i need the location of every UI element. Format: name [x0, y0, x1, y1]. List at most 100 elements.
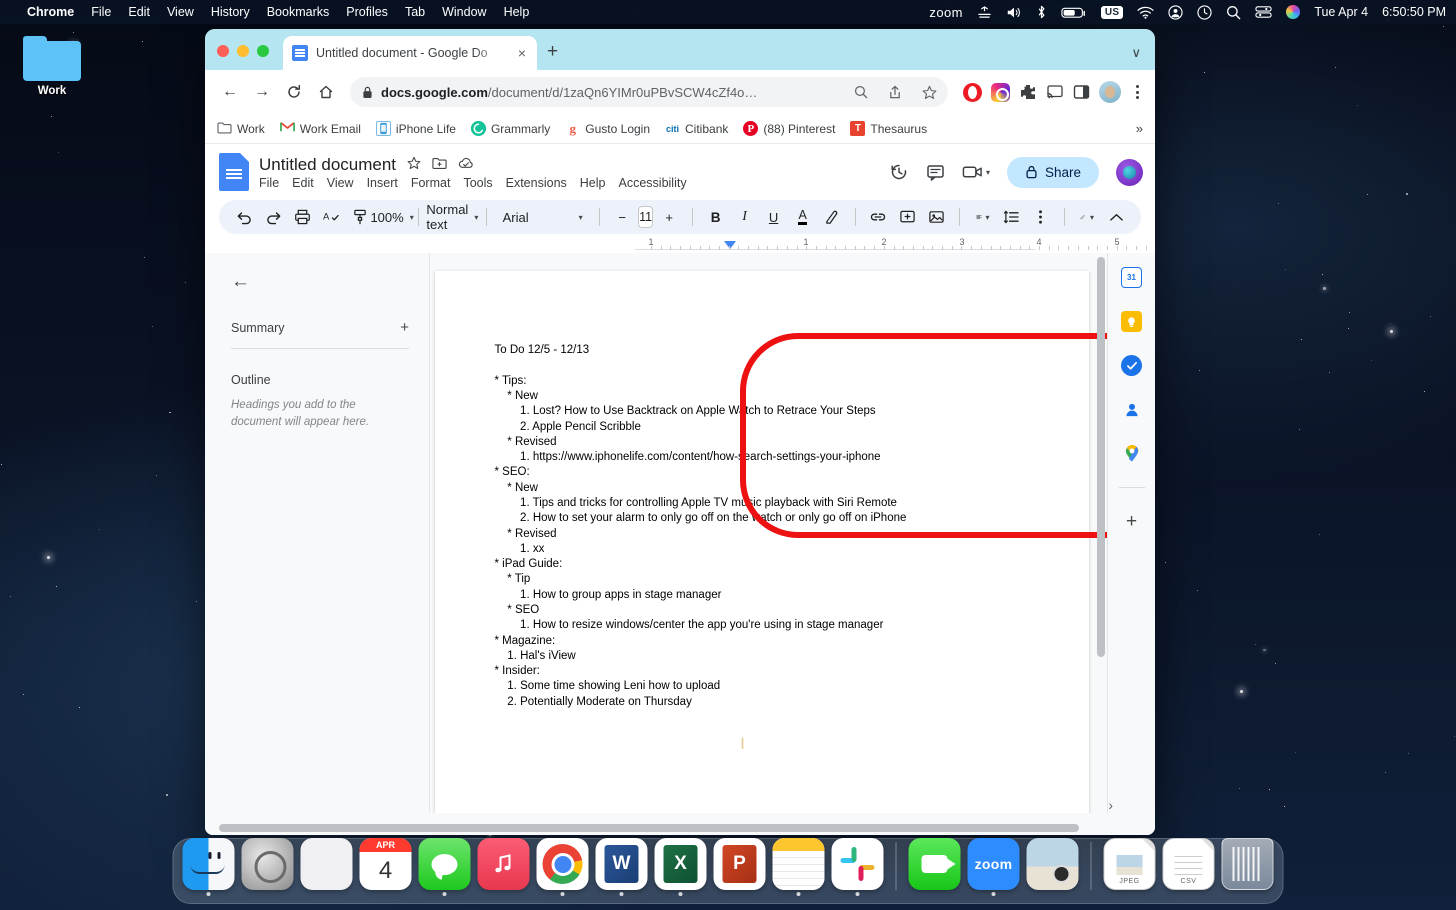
docs-menu-help[interactable]: Help: [580, 176, 606, 190]
bookmark-grammarly[interactable]: Grammarly: [471, 121, 550, 136]
dock-item-trash[interactable]: [1222, 838, 1274, 896]
screen-share-icon[interactable]: [977, 6, 992, 19]
spotlight-search-icon[interactable]: [1226, 5, 1241, 20]
menu-history[interactable]: History: [211, 5, 250, 19]
google-docs-logo-icon[interactable]: [219, 153, 249, 191]
bluetooth-icon[interactable]: [1036, 5, 1047, 19]
home-button[interactable]: [311, 77, 341, 107]
expand-panel-chevron-icon[interactable]: ›: [1108, 797, 1113, 813]
battery-icon[interactable]: [1061, 6, 1087, 19]
tab-search-chevron-down-icon[interactable]: ∨: [1131, 45, 1141, 61]
underline-button[interactable]: U: [761, 204, 787, 230]
menu-tab[interactable]: Tab: [405, 5, 425, 19]
line-spacing-button[interactable]: [999, 204, 1025, 230]
contacts-icon[interactable]: [1121, 399, 1142, 420]
opera-extension-icon[interactable]: [963, 83, 982, 102]
document-title[interactable]: Untitled document: [259, 155, 396, 175]
font-family-dropdown[interactable]: Arial ▾: [497, 204, 589, 230]
dock-file-jpeg[interactable]: JPEG: [1104, 838, 1156, 896]
dock-item-excel[interactable]: X: [655, 838, 707, 896]
menu-window[interactable]: Window: [442, 5, 486, 19]
control-strip-icon[interactable]: [1255, 5, 1272, 19]
dock-item-word[interactable]: W: [596, 838, 648, 896]
zoom-level-dropdown[interactable]: 100% ▾: [376, 204, 408, 230]
extensions-puzzle-icon[interactable]: [1019, 83, 1037, 101]
version-history-icon[interactable]: [889, 162, 909, 182]
docs-menu-format[interactable]: Format: [411, 176, 451, 190]
side-panel-icon[interactable]: [1073, 84, 1090, 100]
forward-button[interactable]: →: [247, 77, 277, 107]
comment-icon[interactable]: [926, 163, 945, 182]
docs-menu-view[interactable]: View: [327, 176, 354, 190]
more-options-button[interactable]: [1028, 204, 1054, 230]
bookmark-work-email[interactable]: Work Email: [280, 121, 361, 136]
share-icon[interactable]: [882, 79, 908, 105]
close-window-button[interactable]: [217, 45, 229, 57]
dock-item-launchpad[interactable]: [301, 838, 353, 896]
bookmark-pinterest[interactable]: P (88) Pinterest: [743, 121, 835, 136]
bookmarks-overflow-icon[interactable]: »: [1136, 121, 1143, 136]
dock-item-zoom[interactable]: zoom: [968, 838, 1020, 896]
dock-item-chrome[interactable]: [537, 838, 589, 896]
menu-edit[interactable]: Edit: [128, 5, 150, 19]
menu-profiles[interactable]: Profiles: [346, 5, 388, 19]
cloud-saved-icon[interactable]: [458, 157, 474, 173]
redo-button[interactable]: [260, 204, 286, 230]
wifi-icon[interactable]: [1137, 6, 1154, 19]
close-outline-button[interactable]: ←: [231, 271, 409, 293]
cast-icon[interactable]: [1046, 84, 1064, 100]
editing-mode-dropdown[interactable]: ▾: [1074, 204, 1100, 230]
docs-menu-insert[interactable]: Insert: [367, 176, 398, 190]
star-icon[interactable]: [407, 156, 421, 173]
dock-item-powerpoint[interactable]: P: [714, 838, 766, 896]
time-machine-icon[interactable]: [1197, 5, 1212, 20]
document-page[interactable]: To Do 12/5 - 12/13 * Tips: * New 1. Lost…: [435, 271, 1089, 813]
left-indent-marker[interactable]: [724, 241, 736, 249]
spellcheck-button[interactable]: A: [318, 204, 344, 230]
horizontal-scrollbar[interactable]: [219, 824, 1079, 832]
undo-button[interactable]: [231, 204, 257, 230]
paint-format-button[interactable]: [347, 204, 373, 230]
close-tab-icon[interactable]: ×: [516, 46, 528, 60]
address-bar[interactable]: docs.google.com/document/d/1zaQn6YIMr0uP…: [350, 77, 948, 107]
back-button[interactable]: ←: [215, 77, 245, 107]
menubar-zoom-status[interactable]: zoom: [929, 5, 962, 20]
docs-menu-accessibility[interactable]: Accessibility: [619, 176, 687, 190]
volume-icon[interactable]: [1006, 6, 1022, 19]
chevron-down-icon[interactable]: ▾: [986, 168, 990, 177]
bookmark-citibank[interactable]: citi Citibank: [665, 121, 728, 136]
dock-file-csv[interactable]: CSV: [1163, 838, 1215, 896]
dock-item-system-settings[interactable]: [242, 838, 294, 896]
siri-icon[interactable]: [1286, 5, 1300, 19]
new-tab-button[interactable]: +: [547, 42, 558, 61]
calendar-icon[interactable]: 31: [1121, 267, 1142, 288]
text-color-button[interactable]: A: [790, 204, 816, 230]
menu-help[interactable]: Help: [504, 5, 530, 19]
dock-item-preview[interactable]: [1027, 838, 1079, 896]
dock-item-facetime[interactable]: [909, 838, 961, 896]
dock-item-notes[interactable]: [773, 838, 825, 896]
font-size-input[interactable]: 11: [638, 206, 653, 228]
keyboard-layout-badge[interactable]: US: [1101, 6, 1124, 19]
browser-menu-icon[interactable]: [1130, 85, 1145, 99]
increase-font-size-button[interactable]: +: [656, 204, 682, 230]
meet-camera-icon[interactable]: ▾: [962, 164, 990, 180]
bookmark-work[interactable]: Work: [217, 121, 265, 136]
bookmark-iphone-life[interactable]: iPhone Life: [376, 121, 456, 136]
docs-menu-extensions[interactable]: Extensions: [506, 176, 567, 190]
insert-link-button[interactable]: [865, 204, 891, 230]
document-canvas[interactable]: To Do 12/5 - 12/13 * Tips: * New 1. Lost…: [430, 253, 1107, 813]
dock-item-slack[interactable]: [832, 838, 884, 896]
bookmark-thesaurus[interactable]: T Thesaurus: [850, 121, 927, 136]
bold-button[interactable]: B: [703, 204, 729, 230]
menu-view[interactable]: View: [167, 5, 194, 19]
tasks-icon[interactable]: [1121, 355, 1142, 376]
vertical-scrollbar[interactable]: [1097, 257, 1105, 657]
minimize-window-button[interactable]: [237, 45, 249, 57]
dock-item-finder[interactable]: [183, 838, 235, 896]
menubar-time[interactable]: 6:50:50 PM: [1382, 5, 1446, 19]
dock-item-calendar[interactable]: APR 4: [360, 838, 412, 896]
user-avatar[interactable]: [1116, 159, 1143, 186]
menu-file[interactable]: File: [91, 5, 111, 19]
move-to-folder-icon[interactable]: [432, 156, 447, 173]
